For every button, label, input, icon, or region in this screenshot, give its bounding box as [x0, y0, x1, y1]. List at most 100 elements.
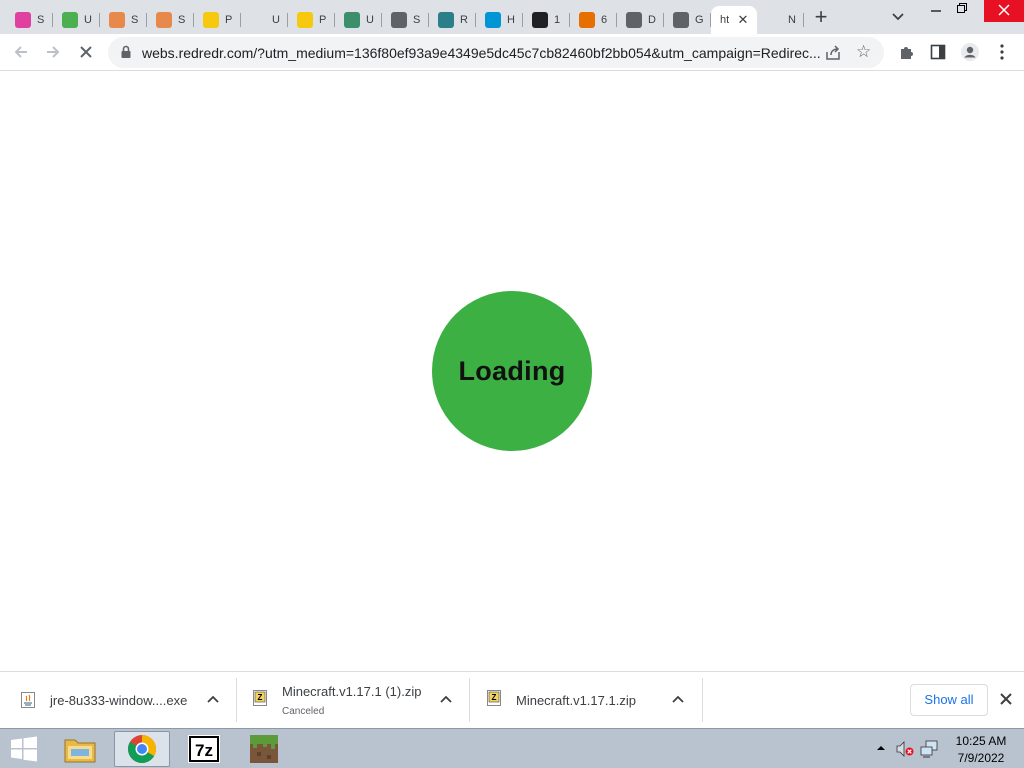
folder-icon — [64, 739, 96, 763]
tab-title: R — [460, 14, 468, 26]
blank-icon — [766, 12, 782, 28]
clock-date[interactable]: 7/9/2022 — [948, 751, 1014, 765]
yellow-smile-icon — [297, 12, 313, 28]
tab-title: U — [366, 14, 374, 26]
show-hidden-icons-icon[interactable] — [876, 743, 886, 753]
side-panel-button[interactable] — [925, 39, 951, 65]
tab-title: U — [272, 14, 280, 26]
share-icon[interactable] — [824, 44, 842, 62]
start-button[interactable] — [2, 731, 46, 767]
clock-time[interactable]: 10:25 AM — [948, 734, 1014, 748]
divider — [236, 678, 237, 722]
stop-loading-button[interactable] — [73, 39, 99, 65]
tab[interactable]: 1 — [523, 6, 570, 34]
forward-button[interactable] — [40, 39, 66, 65]
tab-list: S U S S P U P U S R H 1 6 D Ght ✕ N — [6, 4, 804, 34]
tab-active[interactable]: ht ✕ — [711, 6, 757, 34]
back-button[interactable] — [8, 39, 34, 65]
download-filename: Minecraft.v1.17.1 (1).zip — [282, 684, 422, 699]
restore-button[interactable] — [946, 0, 978, 22]
tab-title: N — [788, 14, 796, 26]
menu-button[interactable] — [989, 39, 1015, 65]
file-explorer-taskbar-button[interactable] — [52, 731, 108, 767]
7zip-taskbar-button[interactable]: 7z — [176, 731, 232, 767]
svg-text:Z: Z — [258, 693, 263, 702]
tab[interactable]: H — [476, 6, 523, 34]
puzzle-icon — [901, 47, 913, 59]
tab-title: P — [319, 14, 327, 26]
minecraft-taskbar-button[interactable] — [236, 731, 292, 767]
volume-muted-icon[interactable] — [896, 741, 914, 757]
tab-title: 1 — [554, 14, 561, 26]
show-all-button[interactable]: Show all — [910, 684, 988, 716]
tab[interactable]: S — [382, 6, 429, 34]
java-icon — [579, 12, 595, 28]
java-file-icon — [21, 692, 35, 708]
tab-title: ht — [720, 14, 730, 26]
tab[interactable]: P — [194, 6, 241, 34]
7zip-icon: 7z — [188, 735, 220, 763]
download-item[interactable]: Z Minecraft.v1.17.1 (1).zip Canceled — [252, 678, 467, 722]
person-icon — [156, 12, 172, 28]
page-content: Loading — [0, 71, 1024, 671]
stop-icon — [80, 46, 92, 58]
close-icon[interactable] — [997, 690, 1015, 708]
download-shelf: jre-8u333-window....exe Z Minecraft.v1.1… — [0, 671, 1024, 728]
blank-icon — [250, 12, 266, 28]
person-icon — [109, 12, 125, 28]
extensions-button[interactable] — [894, 39, 920, 65]
tab-strip: S U S S P U P U S R H 1 6 D Ght ✕ N + — [0, 0, 1024, 34]
tab[interactable]: 6 — [570, 6, 617, 34]
tab[interactable]: G — [664, 6, 711, 34]
globe-icon — [673, 12, 689, 28]
download-filename: jre-8u333-window....exe — [50, 693, 188, 708]
minimize-icon — [931, 10, 941, 12]
side-panel-icon — [930, 44, 946, 60]
tab[interactable]: P — [288, 6, 335, 34]
profile-button[interactable] — [957, 39, 983, 65]
tab-title: S — [178, 14, 186, 26]
tab-close-icon[interactable]: ✕ — [735, 12, 751, 28]
windows-logo-icon — [11, 736, 37, 762]
network-icon[interactable] — [920, 740, 938, 758]
download-item[interactable]: jre-8u333-window....exe — [20, 678, 235, 722]
loading-circle: Loading — [432, 291, 592, 451]
tab[interactable]: U — [53, 6, 100, 34]
close-icon — [998, 4, 1010, 16]
pink-logo-icon — [15, 12, 31, 28]
box-icon — [626, 12, 642, 28]
close-window-button[interactable] — [984, 0, 1024, 22]
tab-search-button[interactable] — [888, 8, 908, 26]
new-tab-button[interactable]: + — [808, 5, 834, 29]
download-item[interactable]: Z Minecraft.v1.17.1.zip — [486, 678, 701, 722]
ten-logo-icon — [532, 12, 548, 28]
tab-title: H — [507, 14, 515, 26]
lock-icon[interactable] — [120, 45, 132, 59]
divider — [469, 678, 470, 722]
chevron-up-icon[interactable] — [205, 692, 221, 708]
restore-icon — [957, 3, 967, 13]
tab-title: G — [695, 14, 704, 26]
tab-title: D — [648, 14, 656, 26]
url-text[interactable]: webs.redredr.com/?utm_medium=136f80ef93a… — [142, 45, 822, 61]
loading-text: Loading — [458, 355, 566, 386]
tab[interactable]: U — [335, 6, 382, 34]
chevron-up-icon[interactable] — [438, 692, 454, 708]
globe-icon — [391, 12, 407, 28]
tab[interactable]: S — [147, 6, 194, 34]
tab[interactable]: D — [617, 6, 664, 34]
chrome-taskbar-button[interactable] — [114, 731, 170, 767]
chevron-up-icon[interactable] — [670, 692, 686, 708]
zip-file-icon: Z — [253, 690, 267, 706]
tab[interactable]: N — [757, 6, 804, 34]
address-bar[interactable]: webs.redredr.com/?utm_medium=136f80ef93a… — [108, 37, 884, 68]
tab[interactable]: S — [6, 6, 53, 34]
tab[interactable]: S — [100, 6, 147, 34]
tab[interactable]: R — [429, 6, 476, 34]
minecraft-icon — [250, 735, 278, 763]
download-filename: Minecraft.v1.17.1.zip — [516, 693, 636, 708]
bookmark-star-icon[interactable]: ☆ — [856, 43, 871, 61]
tab-title: S — [37, 14, 45, 26]
tab[interactable]: U — [241, 6, 288, 34]
back-arrow-icon — [14, 46, 27, 58]
